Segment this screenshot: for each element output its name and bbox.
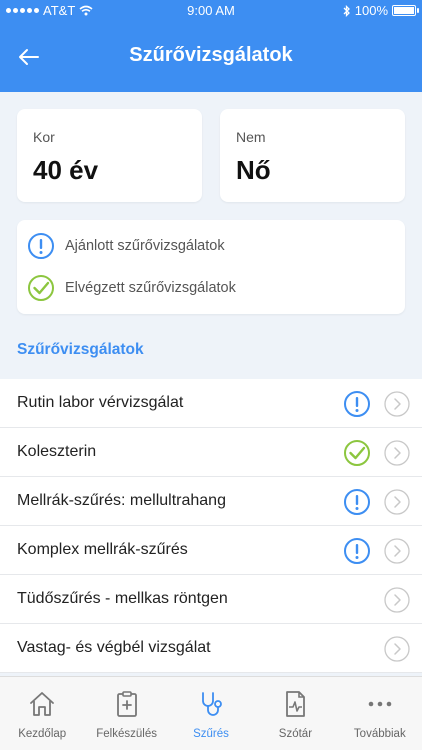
age-label: Kor — [33, 129, 55, 145]
tab-more[interactable]: Továbbiak — [338, 677, 422, 750]
age-value: 40 év — [33, 155, 99, 185]
battery-icon — [392, 5, 419, 16]
list-item-label: Vastag- és végbél vizsgálat — [17, 639, 211, 656]
status-right: 100% — [343, 3, 419, 18]
check-icon — [344, 440, 370, 466]
chevron-right-icon[interactable] — [384, 587, 410, 613]
age-card: Kor 40 év — [17, 109, 202, 202]
exclamation-icon — [344, 391, 370, 417]
page-title: Szűrővizsgálatok — [129, 44, 293, 66]
list-item[interactable]: Komplex mellrák-szűrés — [0, 526, 422, 575]
chevron-right-icon[interactable] — [384, 636, 410, 662]
legend-recommended-label: Ajánlott szűrővizsgálatok — [65, 238, 225, 254]
list-item-label: Komplex mellrák-szűrés — [17, 541, 188, 558]
chevron-right-icon[interactable] — [384, 391, 410, 417]
exclamation-icon — [344, 538, 370, 564]
tab-bar: Kezdőlap Felkészülés Szűrés Szótár Továb… — [0, 676, 422, 750]
exclamation-icon — [28, 233, 54, 259]
status-bar: AT&T 9:00 AM 100% — [0, 0, 422, 22]
sex-card: Nem Nő — [220, 109, 405, 202]
screening-list: Rutin labor vérvizsgálat Koleszterin Mel… — [0, 379, 422, 673]
chevron-right-icon[interactable] — [384, 489, 410, 515]
stethoscope-icon — [202, 692, 222, 716]
chevron-right-icon[interactable] — [384, 538, 410, 564]
legend-completed-label: Elvégzett szűrővizsgálatok — [65, 280, 236, 296]
list-item-label: Mellrák-szűrés: mellultrahang — [17, 492, 226, 509]
tab-home-label: Kezdőlap — [18, 728, 67, 740]
list-item[interactable]: Koleszterin — [0, 428, 422, 477]
exclamation-icon — [344, 489, 370, 515]
tab-more-label: Továbbiak — [353, 728, 406, 740]
home-icon — [30, 692, 55, 716]
legend-card: Ajánlott szűrővizsgálatok Elvégzett szűr… — [17, 220, 405, 314]
battery-percent: 100% — [354, 3, 388, 18]
tab-screening-label: Szűrés — [193, 728, 229, 740]
tab-screening[interactable]: Szűrés — [169, 677, 253, 750]
list-item[interactable]: Rutin labor vérvizsgálat — [0, 379, 422, 428]
sex-value: Nő — [236, 155, 271, 185]
check-icon — [28, 275, 54, 301]
tab-preparation-label: Felkészülés — [96, 728, 157, 740]
chevron-right-icon[interactable] — [384, 440, 410, 466]
tab-preparation[interactable]: Felkészülés — [84, 677, 168, 750]
section-title: Szűrővizsgálatok — [17, 341, 144, 358]
bluetooth-icon — [343, 4, 350, 17]
clipboard-icon — [116, 691, 137, 717]
list-item-label: Tüdőszűrés - mellkas röntgen — [17, 590, 228, 607]
list-item-label: Rutin labor vérvizsgálat — [17, 394, 184, 411]
tab-home[interactable]: Kezdőlap — [0, 677, 84, 750]
dictionary-icon — [286, 691, 306, 717]
list-item[interactable]: Vastag- és végbél vizsgálat — [0, 624, 422, 673]
app-header: Szűrővizsgálatok — [0, 22, 422, 92]
legend-recommended: Ajánlott szűrővizsgálatok — [27, 232, 225, 260]
legend-completed: Elvégzett szűrővizsgálatok — [27, 274, 236, 302]
tab-dictionary[interactable]: Szótár — [253, 677, 337, 750]
list-item[interactable]: Tüdőszűrés - mellkas röntgen — [0, 575, 422, 624]
list-item-label: Koleszterin — [17, 443, 97, 460]
more-icon — [368, 701, 392, 707]
sex-label: Nem — [236, 129, 266, 145]
list-item[interactable]: Mellrák-szűrés: mellultrahang — [0, 477, 422, 526]
tab-dictionary-label: Szótár — [278, 728, 313, 740]
